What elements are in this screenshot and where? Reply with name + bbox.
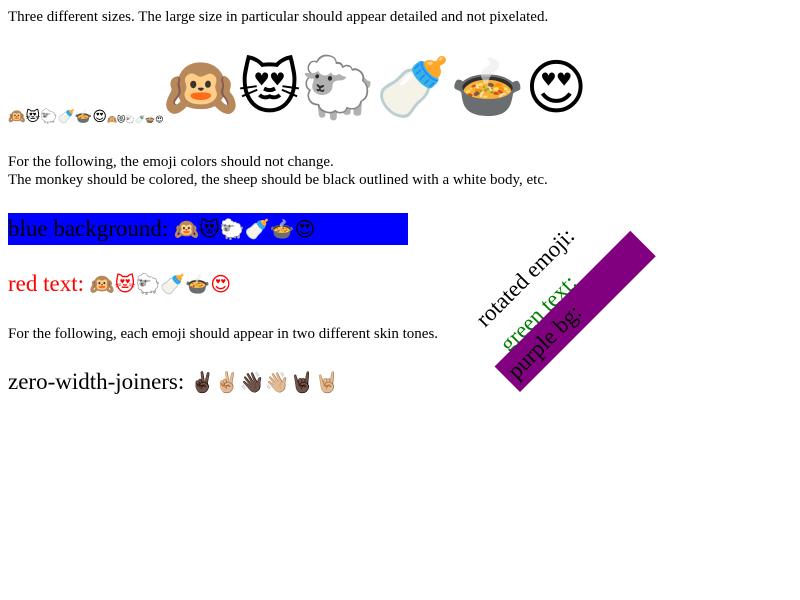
emoji-small-bottle: 🍼 [57, 109, 75, 125]
skin-tone-note: For the following, each emoji should app… [8, 326, 439, 342]
emoji-tiny-monkey: 🙉 [106, 115, 117, 124]
red-text-emoji: 🙉😻🐑🍼🍲😍 [89, 272, 232, 296]
color-note: For the following, the emoji colors shou… [8, 153, 548, 189]
emoji-small-stew: 🍲 [74, 109, 93, 125]
rotated-purple-bg: purple bg: [494, 230, 656, 392]
emoji-small-cat: 😻 [25, 109, 41, 125]
emoji-tiny-group: 🙉😻🐑🍼🍲😍 [107, 115, 164, 125]
emoji-large-stew: 🍲 [450, 53, 525, 123]
emoji-small-sheep: 🐑 [40, 109, 58, 125]
emoji-tiny-heart-eyes: 😍 [155, 115, 164, 124]
emoji-small-group: 🙉😻🐑🍼🍲😍 [8, 109, 107, 125]
red-text-line: red text: 🙉😻🐑🍼🍲😍 [8, 271, 231, 297]
emoji-large-cat: 😻 [238, 53, 301, 123]
zwj-label: zero-width-joiners: [8, 369, 191, 394]
emoji-size-row: 🙉😻🐑🍼🍲😍 🙉😻🐑🍼🍲😍 🙉😻🐑🍼🍲😍 [8, 45, 588, 125]
blue-background-box: blue background: 🙉😻🐑🍼🍲😍 [8, 213, 408, 245]
emoji-large-monkey: 🙉 [163, 53, 239, 123]
blue-background-emoji: 🙉😻🐑🍼🍲😍 [174, 217, 316, 241]
zwj-line: zero-width-joiners: ✌🏿✌🏼👋🏿👋🏼🤘🏿🤘🏼 [8, 369, 339, 395]
color-note-line-2: The monkey should be colored, the sheep … [8, 172, 548, 188]
emoji-tiny-sheep: 🐑 [125, 115, 136, 124]
emoji-small-monkey: 🙉 [8, 109, 26, 125]
zwj-emoji: ✌🏿✌🏼👋🏿👋🏼🤘🏿🤘🏼 [190, 370, 340, 394]
color-note-line-1: For the following, the emoji colors shou… [8, 154, 334, 170]
emoji-tiny-bottle: 🍼 [135, 115, 146, 124]
page: Three different sizes. The large size in… [0, 0, 800, 600]
emoji-large-group: 🙉😻🐑🍼🍲😍 [164, 51, 588, 125]
intro-text: Three different sizes. The large size in… [8, 9, 549, 25]
emoji-large-sheep: 🐑 [300, 53, 376, 123]
emoji-tiny-stew: 🍲 [145, 115, 156, 124]
red-text-label: red text: [8, 271, 90, 296]
emoji-large-bottle: 🍼 [375, 53, 451, 123]
emoji-small-heart-eyes: 😍 [92, 109, 107, 125]
emoji-large-heart-eyes: 😍 [524, 53, 588, 123]
blue-background-label: blue background: [8, 216, 175, 241]
